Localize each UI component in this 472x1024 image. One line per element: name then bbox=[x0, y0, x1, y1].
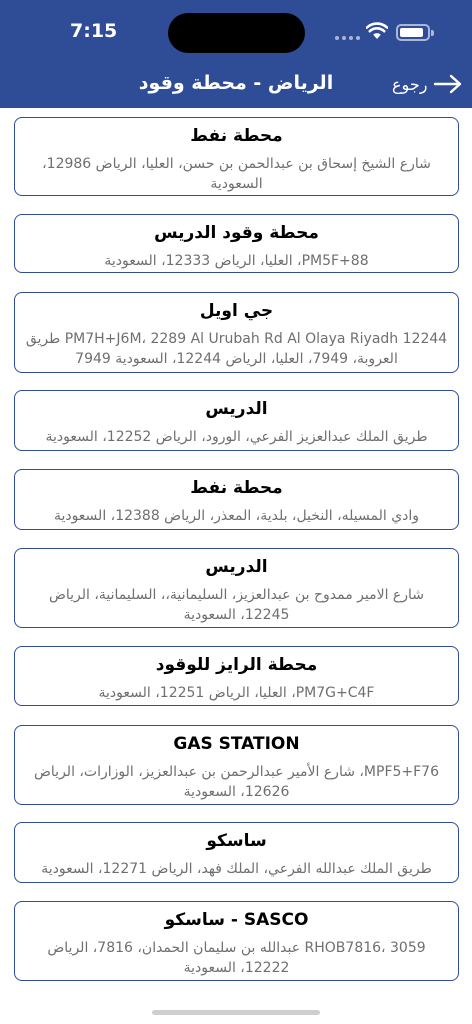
station-name: الدريس bbox=[205, 557, 268, 577]
station-name: محطة وقود الدريس bbox=[154, 223, 319, 243]
station-address: PM7H+J6M، 2289 Al Urubah Rd Al Olaya Riy… bbox=[25, 331, 448, 367]
station-address: وادي المسيله، النخيل، بلدية، المعذر، الر… bbox=[53, 508, 420, 524]
station-address: PM5F+88، العليا، الرياض 12333، السعودية bbox=[104, 253, 369, 269]
station-card[interactable]: محطة نفط وادي المسيله، النخيل، بلدية، ال… bbox=[14, 469, 459, 530]
station-card[interactable]: ساسكو طريق الملك عبدالله الفرعي، الملك ف… bbox=[14, 822, 459, 883]
nav-header: 7:15 الرياض - محطة وقود رجوع bbox=[0, 0, 472, 108]
status-time: 7:15 bbox=[70, 20, 118, 42]
station-card[interactable]: جي اويل PM7H+J6M، 2289 Al Urubah Rd Al O… bbox=[14, 292, 459, 373]
station-name: SASCO - ساسكو bbox=[164, 910, 309, 930]
dynamic-island bbox=[168, 13, 305, 53]
back-button-label: رجوع bbox=[392, 74, 428, 94]
station-name: محطة الرايز للوقود bbox=[155, 655, 318, 675]
station-address: RHOB7816، 3059 عبدالله بن سليمان الحمدان… bbox=[47, 940, 426, 976]
station-card[interactable]: GAS STATION MPF5+F76، شارع الأمير عبدالر… bbox=[14, 725, 459, 805]
station-card[interactable]: SASCO - ساسكو RHOB7816، 3059 عبدالله بن … bbox=[14, 901, 459, 981]
arrow-right-icon bbox=[434, 74, 462, 94]
station-name: محطة نفط bbox=[190, 478, 283, 498]
station-name: الدريس bbox=[205, 399, 268, 419]
station-address: طريق الملك عبدالله الفرعي، الملك فهد، ال… bbox=[41, 861, 432, 877]
station-address: طريق الملك عبدالعزيز الفرعي، الورود، الر… bbox=[45, 429, 428, 445]
battery-fill bbox=[400, 28, 423, 37]
station-name: جي اويل bbox=[199, 301, 274, 321]
station-card[interactable]: محطة الرايز للوقود PM7G+C4F، العليا، الر… bbox=[14, 646, 459, 706]
station-name: محطة نفط bbox=[190, 126, 283, 146]
station-card[interactable]: الدريس طريق الملك عبدالعزيز الفرعي، الور… bbox=[14, 390, 459, 451]
station-name: GAS STATION bbox=[173, 734, 300, 754]
station-address: شارع الشيخ إسحاق بن عبدالحمن بن حسن، الع… bbox=[42, 156, 431, 192]
station-card[interactable]: محطة نفط شارع الشيخ إسحاق بن عبدالحمن بن… bbox=[14, 117, 459, 196]
battery-icon bbox=[396, 24, 434, 41]
wifi-icon bbox=[366, 22, 388, 39]
station-card[interactable]: الدريس شارع الامير ممدوح بن عبدالعزيز، ا… bbox=[14, 548, 459, 628]
station-address: MPF5+F76، شارع الأمير عبدالرحمن بن عبدال… bbox=[33, 764, 440, 800]
station-card[interactable]: محطة وقود الدريس PM5F+88، العليا، الرياض… bbox=[14, 214, 459, 273]
station-address: PM7G+C4F، العليا، الرياض 12251، السعودية bbox=[98, 685, 375, 701]
home-indicator[interactable] bbox=[152, 1010, 320, 1015]
station-name: ساسكو bbox=[206, 831, 267, 851]
station-address: شارع الامير ممدوح بن عبدالعزيز، السليمان… bbox=[48, 587, 425, 623]
back-button[interactable]: رجوع bbox=[392, 74, 463, 94]
signal-dots-icon bbox=[335, 36, 360, 40]
